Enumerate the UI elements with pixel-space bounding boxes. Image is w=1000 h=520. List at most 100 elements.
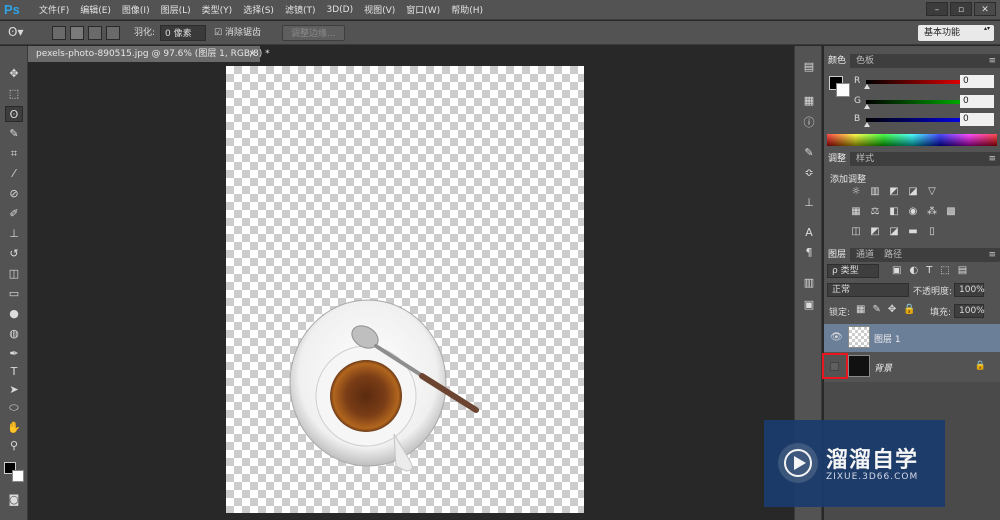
tab-adjustments[interactable]: 调整: [824, 152, 851, 166]
move-tool-icon[interactable]: ✥: [5, 66, 23, 82]
vibrance-icon[interactable]: ▽: [926, 186, 938, 198]
menu-3d[interactable]: 3D(D): [326, 5, 353, 15]
brush-tool-icon[interactable]: ✐: [5, 206, 23, 222]
lasso-tool-icon[interactable]: ʘ: [5, 106, 23, 122]
character-icon[interactable]: A: [801, 226, 817, 240]
channel-b-knob[interactable]: [864, 122, 870, 127]
background-color-chip[interactable]: [836, 83, 850, 97]
close-button[interactable]: ✕: [974, 2, 996, 16]
tab-color[interactable]: 颜色: [824, 54, 851, 68]
menu-window[interactable]: 窗口(W): [406, 3, 440, 16]
close-document-icon[interactable]: ×: [248, 46, 256, 62]
brightness-contrast-icon[interactable]: ☼: [850, 186, 862, 198]
pen-tool-icon[interactable]: ✒: [5, 346, 23, 362]
eyedropper-tool-icon[interactable]: ⁄: [5, 166, 23, 182]
lock-position-icon[interactable]: ✥: [888, 304, 896, 315]
intersect-selection-icon[interactable]: [106, 26, 120, 40]
threshold-icon[interactable]: ◪: [888, 226, 900, 238]
menu-type[interactable]: 类型(Y): [202, 3, 233, 16]
type-tool-icon[interactable]: T: [5, 364, 23, 380]
lock-all-icon[interactable]: 🔒: [903, 304, 915, 315]
invert-icon[interactable]: ◫: [850, 226, 862, 238]
fill-input[interactable]: 100%: [954, 304, 985, 318]
tab-channels[interactable]: 通道: [852, 248, 878, 262]
posterize-icon[interactable]: ◩: [869, 226, 881, 238]
clone-source-icon[interactable]: ⊥: [801, 196, 817, 210]
color-spectrum-bar[interactable]: [827, 134, 997, 146]
dodge-tool-icon[interactable]: ◍: [5, 326, 23, 342]
lasso-tool-preset-icon[interactable]: ʘ▾: [8, 24, 23, 40]
color-balance-icon[interactable]: ⚖: [869, 206, 881, 218]
brush-preset-icon[interactable]: ✎: [801, 146, 817, 160]
hue-saturation-icon[interactable]: ▦: [850, 206, 862, 218]
add-selection-icon[interactable]: [70, 26, 84, 40]
channel-g-knob[interactable]: [864, 104, 870, 109]
eraser-tool-icon[interactable]: ◫: [5, 266, 23, 282]
minimize-button[interactable]: –: [926, 2, 948, 16]
layer-row-layer1[interactable]: 👁 图层 1: [824, 324, 1000, 352]
panel-menu-icon[interactable]: ≡: [988, 248, 996, 262]
refine-edge-button[interactable]: 调整边缘...: [282, 25, 345, 41]
menu-filter[interactable]: 滤镜(T): [285, 3, 316, 16]
panel-menu-icon[interactable]: ≡: [988, 152, 996, 166]
notes-icon[interactable]: ▥: [801, 276, 817, 290]
channel-g-slider[interactable]: [866, 100, 974, 104]
history-brush-tool-icon[interactable]: ↺: [5, 246, 23, 262]
visibility-toggle-highlight[interactable]: [822, 353, 848, 379]
channel-r-knob[interactable]: [864, 84, 870, 89]
document-canvas[interactable]: [226, 66, 584, 513]
paragraph-icon[interactable]: ¶: [801, 246, 817, 260]
path-selection-tool-icon[interactable]: ➤: [5, 382, 23, 398]
layer-name[interactable]: 图层 1: [874, 332, 901, 345]
layer-comps-icon[interactable]: ▣: [801, 298, 817, 312]
lock-image-icon[interactable]: ✎: [872, 304, 880, 315]
background-color-swatch[interactable]: [12, 470, 24, 482]
zoom-tool-icon[interactable]: ⚲: [5, 438, 23, 454]
workspace-select[interactable]: 基本功能: [918, 25, 994, 41]
blend-mode-select[interactable]: 正常: [827, 283, 909, 297]
properties-icon[interactable]: ▦: [801, 94, 817, 108]
hand-tool-icon[interactable]: ✋: [5, 420, 23, 436]
channel-b-slider[interactable]: [866, 118, 974, 122]
menu-layer[interactable]: 图层(L): [161, 3, 191, 16]
channel-mixer-icon[interactable]: ⁂: [926, 206, 938, 218]
quick-mask-icon[interactable]: ◙: [5, 492, 23, 508]
layer-row-background[interactable]: 背景 🔒: [822, 353, 1000, 381]
tab-paths[interactable]: 路径: [880, 248, 906, 262]
feather-input[interactable]: 0 像素: [160, 25, 206, 41]
menu-file[interactable]: 文件(F): [39, 3, 69, 16]
quick-selection-tool-icon[interactable]: ✎: [5, 126, 23, 142]
menu-edit[interactable]: 编辑(E): [80, 3, 111, 16]
tab-styles[interactable]: 样式: [852, 152, 878, 166]
channel-r-slider[interactable]: [866, 80, 974, 84]
lock-transparent-icon[interactable]: ▦: [856, 304, 865, 315]
marquee-tool-icon[interactable]: ⬚: [5, 86, 23, 102]
filter-adjustment-icon[interactable]: ◐: [909, 265, 918, 276]
menu-image[interactable]: 图像(I): [122, 3, 150, 16]
levels-icon[interactable]: ▥: [869, 186, 881, 198]
clone-stamp-tool-icon[interactable]: ⊥: [5, 226, 23, 242]
color-lookup-icon[interactable]: ▩: [945, 206, 957, 218]
gradient-map-icon[interactable]: ▬: [907, 226, 919, 238]
menu-select[interactable]: 选择(S): [243, 3, 274, 16]
filter-type-icon[interactable]: T: [926, 265, 932, 276]
layer-name[interactable]: 背景: [874, 361, 892, 374]
curves-icon[interactable]: ◩: [888, 186, 900, 198]
filter-pixel-icon[interactable]: ▣: [892, 265, 901, 276]
channel-r-value[interactable]: 0: [960, 75, 994, 88]
menu-help[interactable]: 帮助(H): [451, 3, 483, 16]
opacity-input[interactable]: 100%: [954, 283, 985, 297]
photo-filter-icon[interactable]: ◉: [907, 206, 919, 218]
channel-g-value[interactable]: 0: [960, 95, 994, 108]
shape-tool-icon[interactable]: ⬭: [5, 400, 23, 416]
antialias-checkbox[interactable]: ☑ 消除锯齿: [214, 25, 261, 41]
layer-filter-select[interactable]: ρ 类型: [827, 264, 879, 278]
tab-swatches[interactable]: 色板: [852, 54, 878, 68]
subtract-selection-icon[interactable]: [88, 26, 102, 40]
brush-settings-icon[interactable]: ≎: [801, 166, 817, 180]
crop-tool-icon[interactable]: ⌗: [5, 146, 23, 162]
filter-shape-icon[interactable]: ⬚: [940, 265, 949, 276]
black-white-icon[interactable]: ◧: [888, 206, 900, 218]
restore-button[interactable]: ▫: [950, 2, 972, 16]
blur-tool-icon[interactable]: ●: [5, 306, 23, 322]
